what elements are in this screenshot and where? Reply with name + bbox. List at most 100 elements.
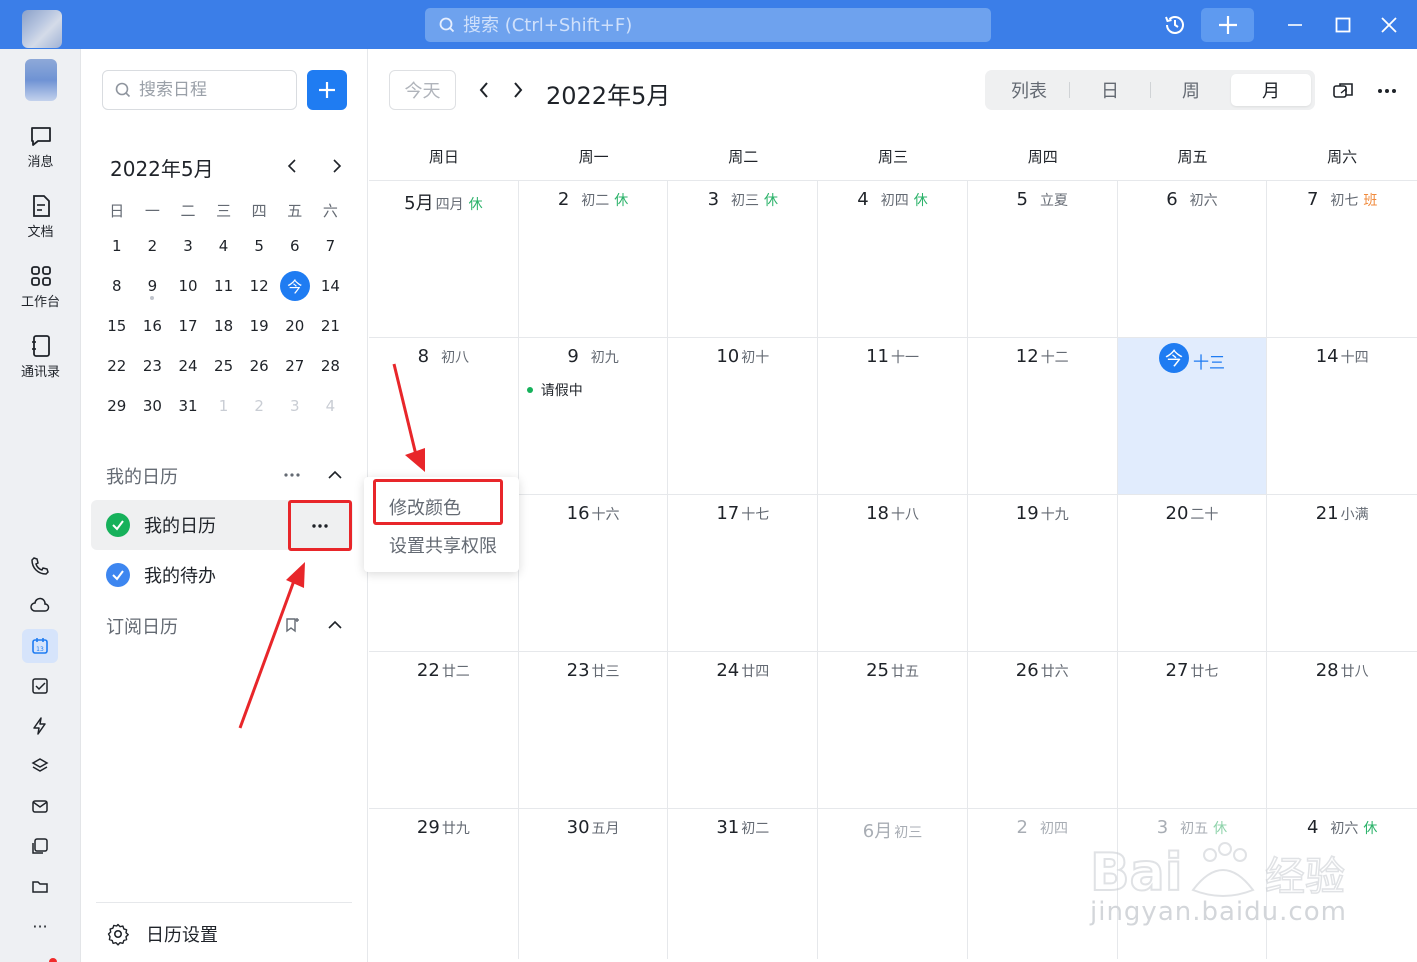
check-icon[interactable] <box>106 513 130 537</box>
nav-folder[interactable] <box>22 869 58 903</box>
day-cell[interactable]: 18 十八 <box>818 495 968 651</box>
mini-day[interactable]: 7 <box>313 226 349 266</box>
schedule-search-box[interactable] <box>102 70 297 110</box>
mini-day[interactable]: 21 <box>313 306 349 346</box>
create-button[interactable] <box>1201 8 1254 42</box>
calendar-item-more-button[interactable] <box>288 500 352 551</box>
mini-day[interactable]: 8 <box>99 266 135 306</box>
mini-day[interactable]: 16 <box>135 306 171 346</box>
mini-day[interactable]: 15 <box>99 306 135 346</box>
day-cell[interactable]: 9 初九 请假中 <box>519 338 669 494</box>
mini-day[interactable]: 26 <box>241 346 277 386</box>
prev-month-button[interactable] <box>474 79 494 101</box>
day-cell[interactable]: 16 十六 <box>519 495 669 651</box>
mini-day[interactable]: 27 <box>277 346 313 386</box>
mini-day[interactable]: 19 <box>241 306 277 346</box>
mini-day-today[interactable]: 今 <box>277 266 313 306</box>
day-cell[interactable]: 28 廿八 <box>1267 652 1417 808</box>
nav-item-workbench[interactable]: 工作台 <box>0 263 81 310</box>
mini-day[interactable]: 4 <box>313 386 349 426</box>
tab-day[interactable]: 日 <box>1070 74 1150 106</box>
tab-list[interactable]: 列表 <box>989 74 1069 106</box>
global-search-input[interactable] <box>455 14 991 36</box>
mini-day[interactable]: 1 <box>206 386 242 426</box>
day-cell[interactable]: 4 初四休 <box>818 181 968 337</box>
maximize-button[interactable] <box>1331 10 1355 40</box>
day-cell[interactable]: 27 廿七 <box>1118 652 1268 808</box>
my-calendars-collapse-button[interactable] <box>323 463 347 487</box>
mini-day[interactable]: 24 <box>170 346 206 386</box>
mini-day[interactable]: 3 <box>170 226 206 266</box>
mini-day[interactable]: 2 <box>135 226 171 266</box>
day-cell[interactable]: 20 二十 <box>1118 495 1268 651</box>
my-calendars-more-button[interactable] <box>280 463 304 487</box>
avatar[interactable] <box>25 59 57 101</box>
day-cell[interactable]: 2 初二休 <box>519 181 669 337</box>
subscribe-button[interactable] <box>280 613 304 637</box>
mini-day[interactable]: 4 <box>206 226 242 266</box>
mini-day[interactable]: 14 <box>313 266 349 306</box>
day-cell[interactable]: 6 初六 <box>1118 181 1268 337</box>
day-cell[interactable]: 10 初十 <box>668 338 819 494</box>
mini-day[interactable]: 17 <box>170 306 206 346</box>
day-cell[interactable]: 5 立夏 <box>968 181 1118 337</box>
day-cell[interactable]: 8 初八 <box>369 338 519 494</box>
day-cell[interactable]: 14 十四 <box>1267 338 1417 494</box>
add-event-button[interactable] <box>307 70 347 110</box>
menu-item-share-permissions[interactable]: 设置共享权限 <box>389 532 497 558</box>
mini-day[interactable]: 22 <box>99 346 135 386</box>
next-month-button[interactable] <box>508 79 528 101</box>
close-button[interactable] <box>1377 10 1401 40</box>
day-cell[interactable]: 5月 四月休 <box>369 181 519 337</box>
tab-week[interactable]: 周 <box>1151 74 1231 106</box>
header-more-button[interactable] <box>1374 79 1400 103</box>
mini-day[interactable]: 12 <box>241 266 277 306</box>
schedule-search-input[interactable] <box>131 80 271 100</box>
day-cell[interactable]: 22 廿二 <box>369 652 519 808</box>
mini-day[interactable]: 28 <box>313 346 349 386</box>
nav-lightning[interactable] <box>22 709 58 743</box>
mini-day[interactable]: 2 <box>241 386 277 426</box>
mini-day[interactable]: 23 <box>135 346 171 386</box>
mini-day[interactable]: 10 <box>170 266 206 306</box>
nav-phone[interactable] <box>22 549 58 583</box>
day-cell[interactable]: 3 初三休 <box>668 181 819 337</box>
nav-apps[interactable] <box>22 829 58 863</box>
mini-day[interactable]: 1 <box>99 226 135 266</box>
day-cell[interactable]: 25 廿五 <box>818 652 968 808</box>
mini-day[interactable]: 30 <box>135 386 171 426</box>
nav-cloud[interactable] <box>22 589 58 623</box>
mini-day[interactable]: 18 <box>206 306 242 346</box>
day-cell[interactable]: 26 廿六 <box>968 652 1118 808</box>
day-cell[interactable]: 6月 初三 <box>818 809 968 959</box>
day-cell[interactable]: 24 廿四 <box>668 652 819 808</box>
history-icon[interactable] <box>1160 10 1190 40</box>
day-cell[interactable]: 29 廿九 <box>369 809 519 959</box>
mini-day[interactable]: 9 <box>135 266 171 306</box>
calendar-settings-button[interactable]: 日历设置 <box>106 921 218 947</box>
mini-prev-month-button[interactable] <box>281 153 303 179</box>
check-icon[interactable] <box>106 563 130 587</box>
nav-item-messages[interactable]: 消息 <box>0 123 81 170</box>
mini-day[interactable]: 5 <box>241 226 277 266</box>
calendar-item-my-todo[interactable]: 我的待办 <box>91 550 353 600</box>
tab-month[interactable]: 月 <box>1231 74 1311 106</box>
day-cell[interactable]: 7 初七班 <box>1267 181 1417 337</box>
mini-day[interactable]: 20 <box>277 306 313 346</box>
mini-day[interactable]: 6 <box>277 226 313 266</box>
day-cell[interactable]: 31 初二 <box>668 809 819 959</box>
minimize-button[interactable] <box>1283 10 1307 40</box>
mini-day[interactable]: 25 <box>206 346 242 386</box>
mini-day[interactable]: 11 <box>206 266 242 306</box>
share-calendar-button[interactable] <box>1330 79 1356 103</box>
day-cell[interactable]: 19 十九 <box>968 495 1118 651</box>
today-button[interactable]: 今天 <box>389 70 456 110</box>
mini-day[interactable]: 29 <box>99 386 135 426</box>
day-cell[interactable]: 12 十二 <box>968 338 1118 494</box>
event-item[interactable]: 请假中 <box>526 380 583 400</box>
day-cell[interactable]: 17 十七 <box>668 495 819 651</box>
mini-day[interactable]: 3 <box>277 386 313 426</box>
nav-layers[interactable] <box>22 749 58 783</box>
nav-item-docs[interactable]: 文档 <box>0 193 81 240</box>
global-search-box[interactable] <box>425 8 991 42</box>
